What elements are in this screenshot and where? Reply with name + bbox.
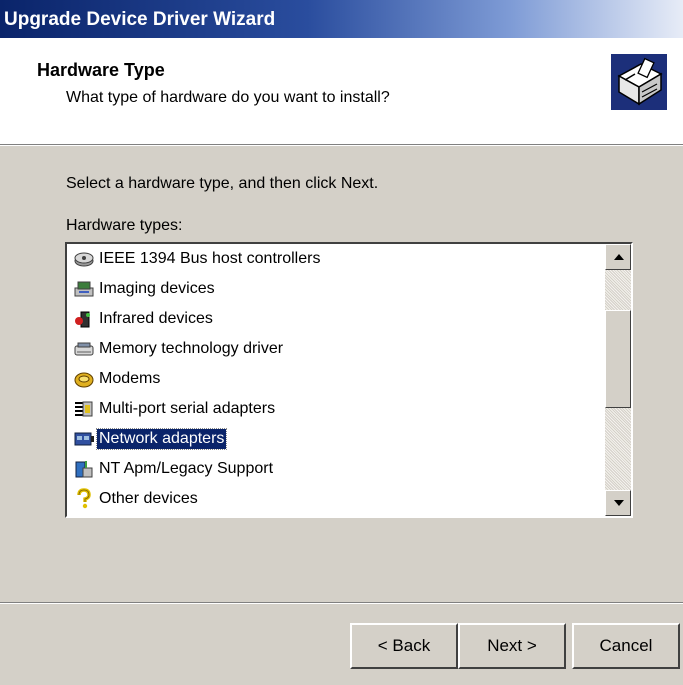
ieee1394-icon — [74, 252, 94, 267]
list-item-label: IEEE 1394 Bus host controllers — [99, 250, 321, 267]
serial-adapter-icon — [75, 401, 93, 417]
page-subtitle: What type of hardware do you want to ins… — [66, 89, 390, 106]
list-item[interactable]: Imaging devices — [67, 274, 605, 304]
list-item-label: NT Apm/Legacy Support — [99, 460, 274, 477]
legacy-support-icon — [75, 461, 93, 478]
hardware-types-list[interactable]: IEEE 1394 Bus host controllers Imaging d… — [65, 242, 633, 518]
list-item-label: Imaging devices — [99, 280, 215, 297]
imaging-device-icon — [74, 281, 94, 297]
hardware-wizard-icon — [611, 54, 667, 110]
list-item[interactable]: Memory technology driver — [67, 334, 605, 364]
wizard-body: Select a hardware type, and then click N… — [0, 146, 683, 685]
list-item[interactable]: Multi-port serial adapters — [67, 394, 605, 424]
list-item[interactable]: Infrared devices — [67, 304, 605, 334]
list-item-label: Memory technology driver — [99, 340, 284, 357]
question-mark-icon — [77, 488, 91, 509]
modem-icon — [74, 372, 94, 388]
list-item-label: Infrared devices — [99, 310, 213, 327]
list-item-label: Other devices — [99, 490, 198, 507]
scroll-up-button[interactable] — [605, 244, 631, 270]
window-title: Upgrade Device Driver Wizard — [4, 9, 276, 30]
list-item[interactable]: Modems — [67, 364, 605, 394]
cancel-button[interactable]: Cancel — [572, 623, 680, 669]
page-title: Hardware Type — [37, 60, 165, 80]
list-item[interactable]: IEEE 1394 Bus host controllers — [67, 244, 605, 274]
list-item[interactable]: NT Apm/Legacy Support — [67, 454, 605, 484]
scroll-down-button[interactable] — [605, 490, 631, 516]
footer-divider — [0, 602, 683, 604]
title-bar[interactable]: Upgrade Device Driver Wizard — [0, 0, 683, 38]
infrared-device-icon — [75, 311, 90, 328]
list-item-label: Network adapters — [95, 428, 228, 450]
list-scrollbar[interactable] — [605, 244, 631, 516]
wizard-header: Hardware Type What type of hardware do y… — [0, 38, 683, 144]
instruction-text: Select a hardware type, and then click N… — [66, 175, 379, 192]
scroll-thumb[interactable] — [605, 310, 631, 408]
list-item[interactable]: Other devices — [67, 484, 605, 514]
arrow-down-icon — [614, 500, 624, 506]
memory-tech-icon — [74, 342, 94, 356]
network-adapter-icon — [74, 432, 94, 446]
list-item[interactable]: Network adapters — [67, 424, 605, 454]
back-button[interactable]: < Back — [350, 623, 458, 669]
list-items-container: IEEE 1394 Bus host controllers Imaging d… — [67, 244, 605, 514]
list-item-label: Multi-port serial adapters — [99, 400, 276, 417]
list-item-label: Modems — [99, 370, 161, 387]
hardware-types-label: Hardware types: — [66, 217, 183, 234]
arrow-up-icon — [614, 254, 624, 260]
next-button[interactable]: Next > — [458, 623, 566, 669]
